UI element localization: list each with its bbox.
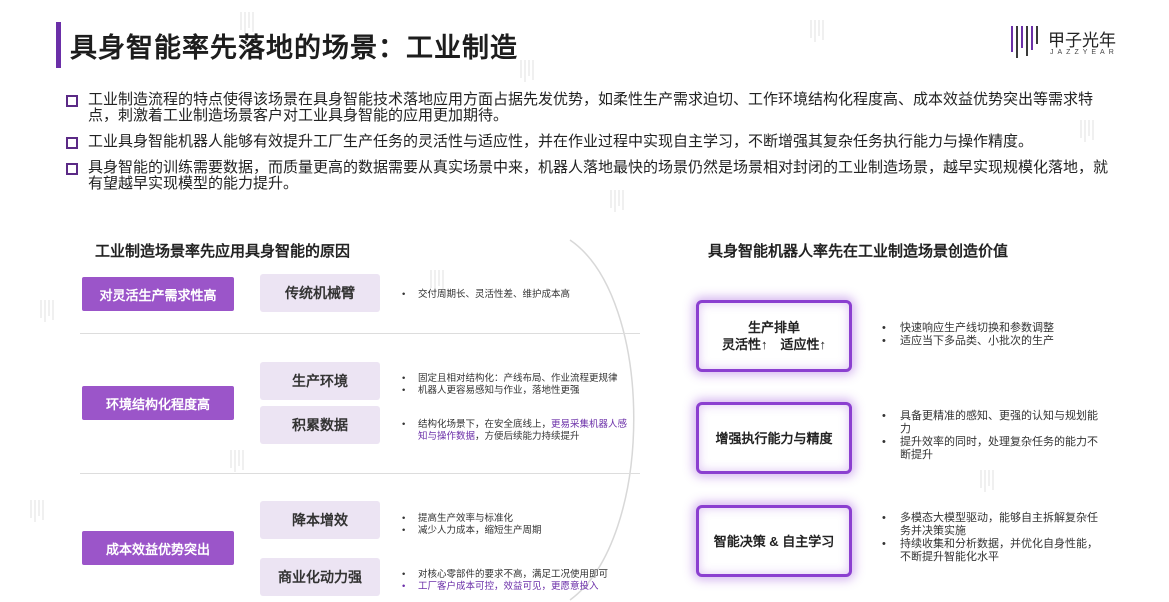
- note-row: 交付周期长、灵活性差、维护成本高: [400, 289, 640, 301]
- value-box-decision: 智能决策 & 自主学习: [696, 505, 852, 577]
- note-text: ，方便后续能力持续提升: [475, 431, 580, 442]
- note-row: 固定且相对结构化：产线布局、作业流程更规律: [400, 373, 640, 385]
- square-bullet-icon: [66, 95, 78, 107]
- note-row: 适应当下多品类、小批次的生产: [880, 335, 1100, 348]
- bullet-text: 工业制造流程的特点使得该场景在具身智能技术落地应用方面占据先发优势，如柔性生产需…: [88, 91, 1094, 124]
- item-label-environment: 生产环境: [260, 362, 380, 400]
- note-row: 机器人更容易感知与作业，落地性更强: [400, 385, 640, 397]
- reason-label-structured: 环境结构化程度高: [82, 386, 234, 420]
- left-section-title: 工业制造场景率先应用具身智能的原因: [95, 243, 351, 260]
- jazzyear-logo-icon: [1011, 26, 1038, 58]
- item-label-robot-arm: 传统机械臂: [260, 274, 380, 312]
- brand-logo: 甲子光年 JAZZYEAR: [1010, 22, 1120, 66]
- item-label-data: 积累数据: [260, 406, 380, 444]
- reason-label-cost: 成本效益优势突出: [82, 531, 234, 565]
- note-text: 结构化场景下，在安全底线上，: [418, 419, 552, 430]
- bullet-item: 具身智能的训练需要数据，而质量更高的数据需要从真实场景中来，机器人落地最快的场景…: [66, 160, 1116, 192]
- item-label-commercial: 商业化动力强: [260, 558, 380, 596]
- value-box-subtitle: 灵活性↑ 适应性↑: [721, 337, 826, 352]
- value-box-scheduling: 生产排单 灵活性↑ 适应性↑: [696, 300, 852, 372]
- item-label-efficiency: 降本增效: [260, 501, 380, 539]
- note-row: 提升效率的同时，处理复杂任务的能力不断提升: [880, 436, 1100, 462]
- square-bullet-icon: [66, 163, 78, 175]
- note-row: 提高生产效率与标准化: [400, 513, 640, 525]
- item-notes: 交付周期长、灵活性差、维护成本高: [400, 289, 640, 301]
- divider: [80, 473, 640, 474]
- item-notes: 固定且相对结构化：产线布局、作业流程更规律 机器人更容易感知与作业，落地性更强: [400, 373, 640, 397]
- bullet-item: 工业制造流程的特点使得该场景在具身智能技术落地应用方面占据先发优势，如柔性生产需…: [66, 92, 1116, 124]
- page-title: 具身智能率先落地的场景：工业制造: [70, 33, 518, 63]
- value-box-precision: 增强执行能力与精度: [696, 402, 852, 474]
- logo-english-text: JAZZYEAR: [1050, 49, 1118, 56]
- note-row: 结构化场景下，在安全底线上，更易采集机器人感知与操作数据，方便后续能力持续提升: [400, 419, 635, 443]
- value-box-title: 智能决策 & 自主学习: [713, 533, 835, 549]
- bullet-item: 工业具身智能机器人能够有效提升工厂生产任务的灵活性与适应性，并在作业过程中实现自…: [66, 134, 1116, 150]
- note-row: 快速响应生产线切换和参数调整: [880, 322, 1100, 335]
- item-notes: 对核心零部件的要求不高，满足工况使用即可 工厂客户成本可控，效益可见，更愿意投入: [400, 569, 640, 593]
- item-notes: 提高生产效率与标准化 减少人力成本，缩短生产周期: [400, 513, 640, 537]
- logo-chinese-text: 甲子光年: [1048, 31, 1116, 50]
- value-notes: 具备更精准的感知、更强的认知与规划能力 提升效率的同时，处理复杂任务的能力不断提…: [880, 410, 1100, 462]
- square-bullet-icon: [66, 137, 78, 149]
- value-box-title: 增强执行能力与精度: [715, 430, 833, 446]
- divider: [80, 333, 640, 334]
- item-notes: 结构化场景下，在安全底线上，更易采集机器人感知与操作数据，方便后续能力持续提升: [400, 419, 635, 443]
- note-row: 对核心零部件的要求不高，满足工况使用即可: [400, 569, 640, 581]
- bullet-text: 工业具身智能机器人能够有效提升工厂生产任务的灵活性与适应性，并在作业过程中实现自…: [88, 133, 1034, 150]
- title-accent-bar: [56, 22, 61, 68]
- bullet-text: 具身智能的训练需要数据，而质量更高的数据需要从真实场景中来，机器人落地最快的场景…: [88, 159, 1109, 192]
- note-row: 多模态大模型驱动，能够自主拆解复杂任务并决策实施: [880, 512, 1100, 538]
- note-row: 持续收集和分析数据，并优化自身性能，不断提升智能化水平: [880, 538, 1100, 564]
- reason-label-flexible: 对灵活生产需求性高: [82, 277, 234, 311]
- value-notes: 快速响应生产线切换和参数调整 适应当下多品类、小批次的生产: [880, 322, 1100, 348]
- note-highlight-row: 工厂客户成本可控，效益可见，更愿意投入: [400, 581, 640, 593]
- right-section-title: 具身智能机器人率先在工业制造场景创造价值: [708, 243, 1009, 260]
- intro-bullets: 工业制造流程的特点使得该场景在具身智能技术落地应用方面占据先发优势，如柔性生产需…: [66, 92, 1116, 202]
- note-row: 减少人力成本，缩短生产周期: [400, 525, 640, 537]
- value-notes: 多模态大模型驱动，能够自主拆解复杂任务并决策实施 持续收集和分析数据，并优化自身…: [880, 512, 1100, 564]
- value-box-title: 生产排单: [747, 320, 800, 335]
- note-row: 具备更精准的感知、更强的认知与规划能力: [880, 410, 1100, 436]
